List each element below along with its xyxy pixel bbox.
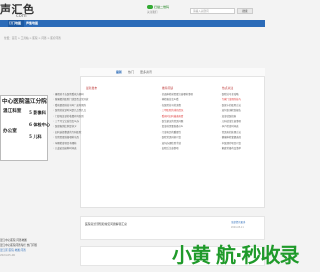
tab-latest[interactable]: 最新 [116,70,122,74]
wechat-subtext: 关注我们 [147,11,158,14]
article-date: 2024-05-11 [231,226,244,229]
nav-item-sound-map[interactable]: 声售地图 [26,20,42,27]
column-hot: ·医院挂号全攻略 ·专家门诊预约技巧 ·医保卡的使用方法 ·如何查询检查报告 ·… [220,92,264,151]
bottom-info: 温江中心医院 问答地图 温江中心医院问答专栏 热门问答 温江区 医院 地图 问答… [0,238,78,272]
logo[interactable]: 声汇色 com [0,0,70,20]
list-item[interactable]: ·家庭常备药品清单 [220,146,264,151]
bottom-date: 2024-05-06 [0,254,16,257]
search-input[interactable]: 请输入关键词 [190,8,235,14]
column-latest: ›暑假孩子去医院看病方便吗 ›寒暑假的医院门诊是否正常开放 ›看病要提前挂号吗？… [50,92,122,151]
more-link[interactable]: 全部资讯更多 [231,220,245,224]
nav-item-map[interactable]: 订门地图 [8,20,24,27]
hospital-sign-image[interactable]: 中心医院温江分院 温江科室 办公室 5 影像科 6 体检中心 5 儿科 [0,95,51,161]
list-item[interactable]: ›儿童疫苗接种时间表 [50,146,122,151]
tab-hot[interactable]: 热门 [128,70,134,74]
column-header-recommended: 推荐阅读 [162,86,174,90]
tab-more[interactable]: 更多资讯 [140,70,152,74]
column-header-hot: 热点关注 [222,86,234,90]
breadcrumb: 位置：首页 > 工具站 > 医院 > 问答 > 医疗问答 [4,37,61,40]
column-header-latest: 最新发布 [86,86,98,90]
wechat-text: 扫描二维码 [154,5,170,9]
watermark-logo: 小黄 航·秒收录 [172,243,300,267]
article-row[interactable]: 医院就诊须知和常见问题解答汇总 全部资讯更多 2024-05-11 [80,216,265,240]
hospital-sign-title: 中心医院温江分院 [2,99,47,105]
wechat-icon [147,5,153,9]
logo-subtext: com [16,13,27,19]
column-recommended: ·全面体检前需要注意哪些事项 ·体检报告怎么看 ·在医院挂号的流程 ·三甲医院的… [160,92,218,151]
hospital-sign-side: 6 体检中心 [29,122,51,127]
hospital-sign-side: 5 儿科 [29,134,42,139]
wechat-label: 扫描二维码 [147,5,169,9]
search-button[interactable]: 搜索 [237,8,253,14]
article-title: 医院就诊须知和常见问题解答汇总 [85,222,127,226]
tab-bar: 最新 热门 更多资讯 [80,68,265,77]
main-nav: 订门地图 声售地图 [0,20,265,27]
list-item[interactable]: ·出院后注意事项 [160,146,218,151]
hospital-sign-side: 5 影像科 [29,110,46,115]
